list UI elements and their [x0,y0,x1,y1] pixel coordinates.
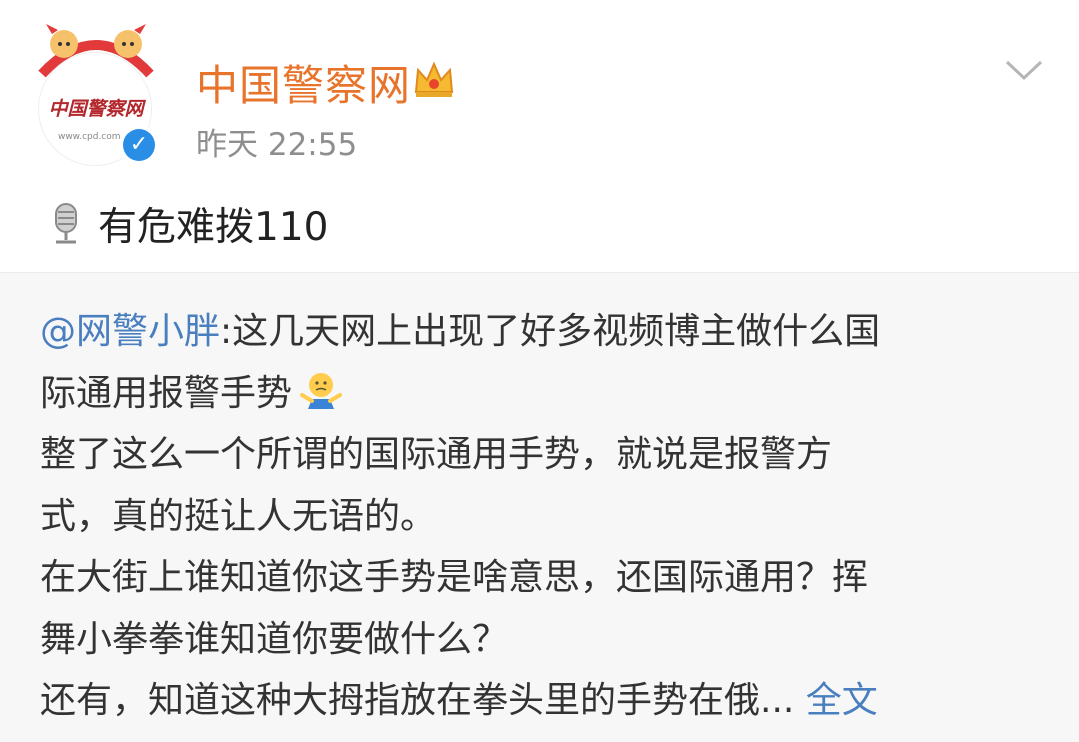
avatar-logo-text: 中国警察网 [48,98,144,120]
post-text: 有危难拨110 [48,196,328,252]
post-header: 中国警察网 www.cpd.com.cn ✓ 中国警察网 昨天 22:55 有危… [0,0,1079,272]
post-timestamp: 昨天 22:55 [196,127,358,163]
expand-full-text-link[interactable]: 全文 [806,680,878,721]
repost-line-7: 还有，知道这种大拇指放在拳头里的手势在俄... 全文 [40,670,1040,732]
post-text-content: 有危难拨110 [98,205,329,250]
author-name[interactable]: 中国警察网 [196,52,411,113]
crown-icon[interactable] [412,58,456,102]
mention-link[interactable]: @网警小胖 [40,311,220,352]
repost-line-3: 整了这么一个所谓的国际通用手势，就说是报警方 [40,434,833,475]
chevron-down-icon[interactable] [1004,58,1044,82]
repost-line-7-text: 还有，知道这种大拇指放在拳头里的手势在俄... [40,680,795,721]
repost-line-2: 际通用报警手势 [40,363,1040,425]
verified-icon: ✓ [119,125,159,165]
repost-body: @网警小胖:这几天网上出现了好多视频博主做什么国 际通用报警手势 整了这么一个所… [40,301,1040,732]
avatar[interactable]: 中国警察网 www.cpd.com.cn ✓ [24,22,174,166]
repost-card[interactable]: @网警小胖:这几天网上出现了好多视频博主做什么国 际通用报警手势 整了这么一个所… [0,272,1079,742]
microphone-icon [55,203,77,244]
repost-line-1-text: :这几天网上出现了好多视频博主做什么国 [220,311,881,352]
repost-line-4: 式，真的挺让人无语的。 [40,495,437,537]
repost-line-6: 舞小拳拳谁知道你要做什么？ [40,618,509,660]
shrug-emoji-icon [300,372,343,409]
repost-line-5: 在大街上谁知道你这手势是啥意思，还国际通用？挥 [40,557,869,598]
repost-line-2-text: 际通用报警手势 [40,372,293,414]
repost-line-1: @网警小胖:这几天网上出现了好多视频博主做什么国 [40,301,1040,363]
